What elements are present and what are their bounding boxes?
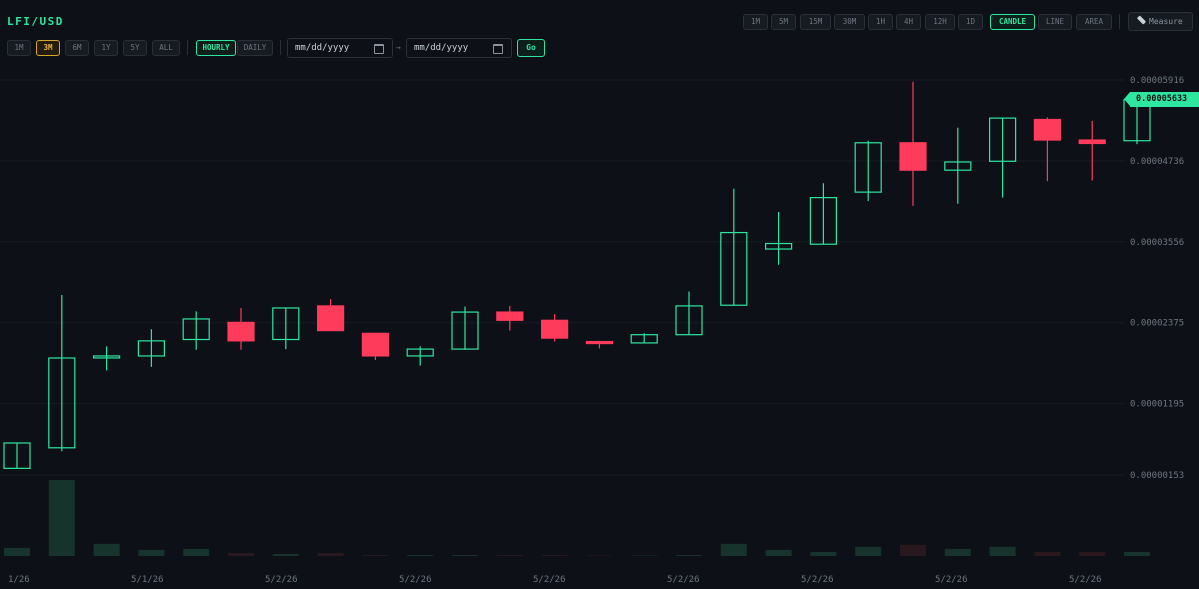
volume-bar	[676, 554, 702, 556]
candle-down	[1078, 139, 1106, 145]
volume-bar	[631, 555, 658, 556]
candle-down	[317, 305, 345, 332]
x-tick-label: 1/26	[8, 575, 30, 585]
y-tick-label: 0.00003556	[1130, 238, 1184, 248]
volume-bar	[1124, 551, 1150, 556]
volume-bar	[720, 543, 747, 556]
volume-bar	[317, 552, 344, 556]
y-tick-label: 0.00000153	[1130, 471, 1184, 481]
candle-down	[899, 142, 927, 171]
volume-bar	[765, 549, 792, 556]
current-price-tag: 0.00005633	[1124, 92, 1199, 107]
volume-bar	[138, 549, 165, 556]
candle-down	[496, 311, 524, 321]
volume-bar	[1079, 551, 1106, 556]
x-tick-label: 5/2/26	[533, 575, 566, 585]
candle-down	[585, 340, 614, 345]
candle-down	[227, 321, 255, 342]
candlestick-chart[interactable]: 0.00005916 0.00004736 0.00003556 0.00002375…	[0, 0, 1199, 589]
y-tick-label: 0.00001195	[1130, 400, 1184, 410]
volume-bar	[855, 546, 882, 556]
volume-bar	[541, 554, 568, 556]
volume-bar	[900, 544, 926, 556]
x-tick-label: 5/2/26	[667, 575, 700, 585]
candle-down	[540, 319, 569, 339]
volume-bar	[93, 543, 120, 556]
y-tick-label: 0.00004736	[1130, 157, 1184, 167]
volume-bar	[989, 546, 1016, 556]
volume-bar	[810, 551, 837, 556]
volume-bar	[452, 554, 478, 556]
volume-bar	[586, 555, 613, 556]
volume-bar	[1034, 551, 1061, 556]
volume-bar	[496, 554, 523, 556]
candle-down	[361, 332, 389, 357]
x-tick-label: 5/2/26	[801, 575, 834, 585]
y-tick-label: 0.00005916	[1130, 76, 1184, 86]
x-tick-label: 5/2/26	[399, 575, 432, 585]
volume-bar	[4, 547, 30, 556]
volume-bar	[362, 554, 389, 556]
volume-bar	[272, 553, 299, 556]
x-tick-label: 5/2/26	[935, 575, 968, 585]
volume-bar	[48, 480, 75, 556]
y-tick-label: 0.00002375	[1130, 319, 1184, 329]
volume-bar	[183, 548, 210, 556]
volume-bar	[407, 554, 434, 556]
volume-bar	[944, 548, 971, 556]
candle-down	[1033, 118, 1062, 141]
x-tick-label: 5/2/26	[1069, 575, 1102, 585]
x-tick-label: 5/1/26	[131, 575, 164, 585]
volume-bar	[228, 552, 254, 556]
x-tick-label: 5/2/26	[265, 575, 298, 585]
